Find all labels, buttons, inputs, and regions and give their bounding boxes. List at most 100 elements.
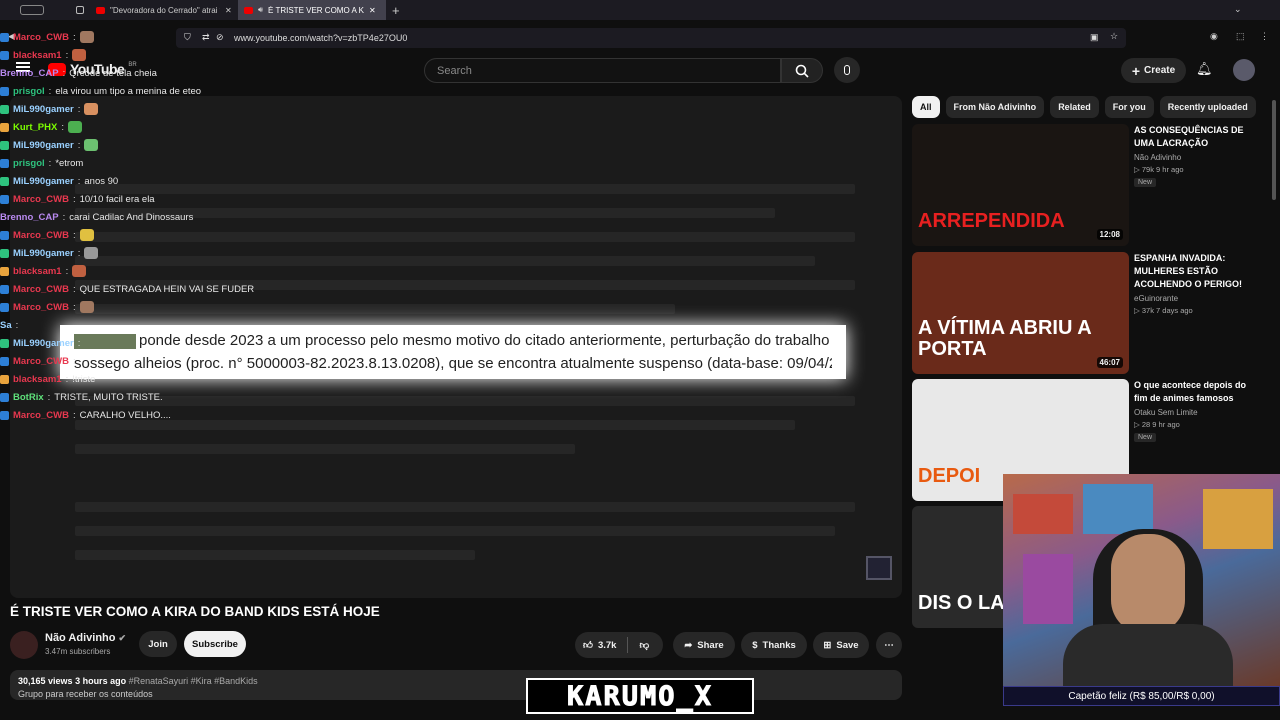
save-playlist-icon: ⊞ [823, 639, 832, 651]
chat-separator: : [48, 85, 52, 97]
notifications-bell-icon[interactable]: 🔔︎ [1196, 61, 1213, 77]
video-duration: 12:08 [1096, 229, 1123, 240]
chat-message: MiL990gamer: [0, 244, 300, 262]
chat-separator: : [62, 211, 66, 223]
recommendation-stats: ▷ 28 9 hr ago [1134, 420, 1180, 429]
like-count[interactable]: 3.7k [598, 640, 617, 651]
thanks-button[interactable]: $ Thanks [741, 632, 807, 658]
thanks-label: Thanks [762, 639, 796, 651]
new-tab-button[interactable]: + [386, 0, 406, 20]
close-icon[interactable]: ✕ [369, 6, 376, 15]
chat-message: MiL990gamer: [0, 136, 300, 154]
chip-0[interactable]: All [912, 96, 940, 118]
chat-separator: : [72, 283, 76, 295]
chevron-down-icon[interactable]: ⌄ [1234, 4, 1242, 15]
chat-username: Marco_CWB [13, 409, 69, 421]
recommendation-thumbnail[interactable]: ARREPENDIDA 12:08 [912, 124, 1129, 246]
recommendation-item[interactable]: ARREPENDIDA 12:08 AS CONSEQUÊNCIAS DE UMA … [912, 124, 1262, 246]
chip-3[interactable]: For you [1104, 96, 1154, 118]
join-button[interactable]: Join [139, 631, 177, 657]
chat-text: *etrom [55, 157, 84, 169]
share-arrow-icon: ➦ [684, 639, 693, 651]
chat-username: MiL990gamer [13, 337, 74, 349]
watermark-logo-icon [866, 556, 892, 580]
channel-name[interactable]: Não Adivinho [45, 632, 115, 644]
verified-icon: ✔ [118, 633, 127, 643]
chat-message: Marco_CWB: QUE ESTRAGADA HEIN VAI SE FUDE… [0, 280, 300, 298]
more-actions-button[interactable]: ⋯ [876, 632, 902, 658]
chat-username: Marco_CWB [13, 301, 69, 313]
streamer-face [1111, 534, 1185, 634]
extensions-icon[interactable]: ⬚ [1236, 31, 1245, 42]
chat-badge-icon [0, 248, 9, 258]
save-button[interactable]: ⊞ Save [813, 632, 869, 658]
thumbs-up-icon[interactable]: 👍︎ [583, 639, 593, 651]
chat-message: Brenno_CAP: carai Cadilac And Dinossaurs [0, 208, 300, 226]
scrollbar[interactable] [1272, 100, 1276, 200]
chat-emote-icon [72, 49, 87, 61]
tab-devoradora[interactable]: "Devoradora do Cerrado" atrai t ✕ [90, 0, 238, 20]
chat-separator: : [15, 319, 19, 331]
recommendation-item[interactable]: A VÍTIMA ABRIU A PORTA 46:07 ESPANHA INVAD… [912, 252, 1262, 374]
recommendation-stats: ▷ 37k 7 days ago [1134, 306, 1193, 315]
search-button[interactable] [781, 58, 823, 83]
description-text: Grupo para receber os conteúdos [18, 689, 153, 699]
video-info: É TRISTE VER COMO A KIRA DO BAND KIDS ES… [10, 604, 902, 619]
new-badge: New [1134, 178, 1157, 187]
channel-avatar[interactable] [10, 631, 38, 659]
tab-list-icon[interactable] [70, 0, 90, 20]
tab-overview-button[interactable] [0, 0, 70, 20]
chat-username: prisgol [13, 157, 45, 169]
chat-username: blacksam1 [13, 373, 62, 385]
chat-emote-icon [84, 139, 99, 151]
chat-separator: : [65, 373, 69, 385]
search-input[interactable]: Search [424, 58, 781, 83]
chat-username: Kurt_PHX [13, 121, 58, 133]
chat-message: MiL990gamer: anos 90 [0, 172, 300, 190]
chat-emote-icon [84, 103, 99, 115]
chat-badge-icon [0, 104, 9, 114]
subscribe-button[interactable]: Subscribe [184, 631, 246, 657]
avatar[interactable] [1233, 59, 1255, 81]
channel-name-row[interactable]: Não Adivinho ✔ [45, 632, 126, 644]
recommendation-channel: eGuinorante [1134, 294, 1179, 303]
chat-badge-icon [0, 302, 9, 312]
chat-badge-icon [0, 122, 9, 132]
account-icon[interactable]: ◉ [1210, 31, 1218, 42]
recommendation-thumbnail[interactable]: A VÍTIMA ABRIU A PORTA 46:07 [912, 252, 1129, 374]
voice-search-button[interactable] [834, 57, 860, 83]
bookmark-star-icon[interactable]: ☆ [1110, 31, 1118, 42]
hashtags[interactable]: #RenataSayuri #Kira #BandKids [129, 676, 258, 686]
share-button[interactable]: ➦ Share [673, 632, 735, 658]
chip-4[interactable]: Recently uploaded [1159, 96, 1256, 118]
recommendation-title: O que acontece depois do fim de animes f… [1134, 380, 1247, 403]
close-icon[interactable]: ✕ [225, 6, 232, 15]
chip-1[interactable]: From Não Adivinho [945, 96, 1045, 118]
description-box[interactable]: 30,165 views 3 hours ago #RenataSayuri #… [10, 670, 902, 700]
streamer-logo: KARUMO_X [526, 678, 754, 714]
recommendation-title: ESPANHA INVADIDA: MULHERES ESTÃO ACOLHEN… [1134, 253, 1243, 289]
youtube-favicon-icon [96, 6, 105, 14]
chat-emote-icon [79, 31, 94, 43]
chat-message: Kurt_PHX: [0, 118, 300, 136]
create-button[interactable]: + Create [1121, 58, 1186, 83]
chat-separator: : [72, 31, 76, 43]
thumbs-down-icon[interactable]: 👎︎ [639, 639, 649, 651]
chat-emote-icon [84, 247, 99, 259]
chat-separator: : [72, 301, 76, 313]
speaker-icon[interactable]: 🔊︎ [258, 5, 263, 15]
thumbnail-text: ARREPENDIDA [918, 210, 1065, 232]
create-label: Create [1144, 65, 1176, 76]
chat-separator: : [62, 67, 66, 79]
menu-icon[interactable]: ⋮ [1260, 31, 1269, 42]
chat-separator: : [72, 193, 76, 205]
chip-2[interactable]: Related [1050, 96, 1099, 118]
tab-kira[interactable]: 🔊︎ É TRISTE VER COMO A KIRA ✕ [238, 0, 386, 20]
chat-text: Qrcode de tela cheia [69, 67, 157, 79]
translate-icon[interactable]: ▣ [1090, 32, 1099, 43]
plus-icon: + [1131, 62, 1141, 79]
tab-title: "Devoradora do Cerrado" atrai t [110, 5, 220, 15]
chat-message: blacksam1: [0, 262, 300, 280]
chat-username: MiL990gamer [13, 103, 74, 115]
url-field[interactable]: ⛉ ⇄ ⊘ www.youtube.com/watch?v=zbTP4e27OU… [176, 28, 1126, 48]
